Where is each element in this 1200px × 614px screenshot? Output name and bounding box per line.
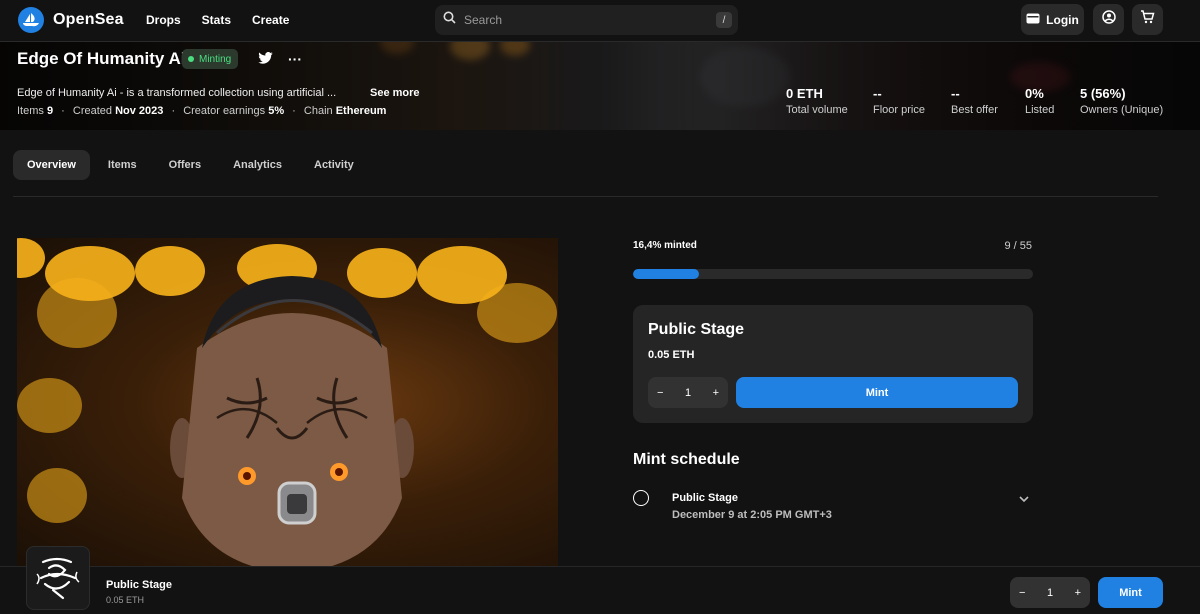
see-more-link[interactable]: See more [370, 87, 420, 99]
stat-owners: 5 (56%) Owners (Unique) [1080, 86, 1163, 116]
collection-tabs: Overview Items Offers Analytics Activity [13, 150, 368, 180]
public-stage-card: Public Stage 0.05 ETH − 1 + Mint [633, 305, 1033, 423]
bottom-quantity-stepper: − 1 + [1010, 577, 1090, 608]
bottom-mint-button[interactable]: Mint [1098, 577, 1163, 608]
stage-price: 0.05 ETH [648, 349, 695, 361]
wallet-icon [1026, 13, 1040, 27]
edge-of-humanity-logo [36, 557, 80, 600]
stat-label: Owners (Unique) [1080, 104, 1164, 116]
stat-floor-price: -- Floor price [873, 86, 925, 116]
stat-value: 0% [1025, 86, 1044, 101]
collection-description: Edge of Humanity Ai - is a transformed c… [17, 87, 337, 99]
meta-created-value: Nov 2023 [115, 105, 164, 117]
cart-icon [1140, 10, 1155, 29]
stat-label: Total volume [786, 104, 848, 116]
tab-analytics[interactable]: Analytics [219, 150, 296, 180]
stat-total-volume: 0 ETH Total volume [786, 86, 848, 116]
profile-button[interactable] [1093, 4, 1124, 35]
cart-button[interactable] [1132, 4, 1163, 35]
schedule-radio-icon[interactable] [633, 490, 649, 506]
meta-earnings-value: 5% [268, 105, 285, 117]
stat-value: -- [951, 86, 960, 101]
minting-status-badge: Minting [182, 49, 239, 69]
stat-label: Best offer [951, 104, 998, 116]
top-nav: OpenSea Drops Stats Create / Login [0, 0, 1200, 42]
schedule-stage-name: Public Stage [672, 492, 739, 504]
tabs-divider [13, 196, 1158, 197]
login-button[interactable]: Login [1021, 4, 1084, 35]
twitter-icon[interactable] [258, 51, 273, 69]
meta-items-value: 9 [46, 105, 54, 117]
bottom-increment-button[interactable]: + [1075, 587, 1081, 599]
tab-offers[interactable]: Offers [155, 150, 215, 180]
meta-chain-value: Ethereum [335, 105, 387, 117]
bottom-quantity-value[interactable]: 1 [1047, 587, 1053, 599]
search-shortcut-key: / [716, 12, 732, 28]
mint-schedule-title: Mint schedule [633, 451, 740, 468]
meta-chain-label: Chain [303, 105, 333, 117]
search-input[interactable] [464, 13, 704, 27]
increment-button[interactable]: + [713, 387, 719, 399]
tab-activity[interactable]: Activity [300, 150, 368, 180]
nav-links: Drops Stats Create [146, 13, 289, 27]
stat-value: 0 ETH [786, 86, 823, 101]
collection-title: Edge Of Humanity Ai [17, 49, 186, 68]
bottom-decrement-button[interactable]: − [1019, 587, 1025, 599]
stat-value: -- [873, 86, 882, 101]
logo-text: OpenSea [53, 11, 124, 28]
login-label: Login [1046, 12, 1079, 27]
meta-earnings-label: Creator earnings [183, 105, 266, 117]
quantity-stepper: − 1 + [648, 377, 728, 408]
meta-separator: · [61, 105, 65, 117]
mint-progress-bar [633, 269, 1033, 279]
minted-count: 9 / 55 [1004, 240, 1032, 252]
nav-link-drops[interactable]: Drops [146, 13, 181, 27]
collection-avatar [26, 546, 90, 610]
meta-separator: · [292, 105, 296, 117]
collection-meta: Items 9 · Created Nov 2023 · Creator ear… [17, 105, 386, 117]
bottom-stage-title: Public Stage [106, 579, 173, 591]
featured-artwork [17, 238, 558, 568]
minted-percent: 16,4% minted [633, 240, 697, 251]
search-icon [443, 11, 456, 29]
nav-link-create[interactable]: Create [252, 13, 289, 27]
meta-created-label: Created [72, 105, 113, 117]
nav-link-stats[interactable]: Stats [202, 13, 231, 27]
mint-button[interactable]: Mint [736, 377, 1018, 408]
schedule-stage-date: December 9 at 2:05 PM GMT+3 [672, 509, 832, 521]
meta-separator: · [171, 105, 176, 117]
tab-overview[interactable]: Overview [13, 150, 90, 180]
mint-progress-fill [633, 269, 699, 279]
stat-best-offer: -- Best offer [951, 86, 998, 116]
decrement-button[interactable]: − [657, 387, 663, 399]
stat-label: Floor price [873, 104, 925, 116]
bottom-mint-bar: − 1 + Mint [0, 566, 1200, 614]
more-options-button[interactable]: ··· [288, 51, 302, 67]
bottom-stage-price: 0.05 ETH [106, 595, 145, 605]
opensea-logo-icon [18, 7, 44, 33]
tab-items[interactable]: Items [94, 150, 151, 180]
stat-value: 5 (56%) [1080, 86, 1126, 101]
badge-label: Minting [199, 53, 232, 65]
quantity-value[interactable]: 1 [685, 387, 691, 399]
status-dot-icon [188, 56, 194, 62]
search-bar[interactable]: / [435, 5, 738, 35]
profile-icon [1101, 10, 1116, 29]
meta-items-label: Items [17, 105, 44, 117]
chevron-down-icon[interactable] [1018, 490, 1030, 508]
stat-label: Listed [1025, 104, 1055, 116]
stage-title: Public Stage [648, 321, 745, 338]
opensea-logo[interactable]: OpenSea [18, 7, 124, 33]
stat-listed: 0% Listed [1025, 86, 1054, 116]
portrait-figure [170, 276, 414, 568]
